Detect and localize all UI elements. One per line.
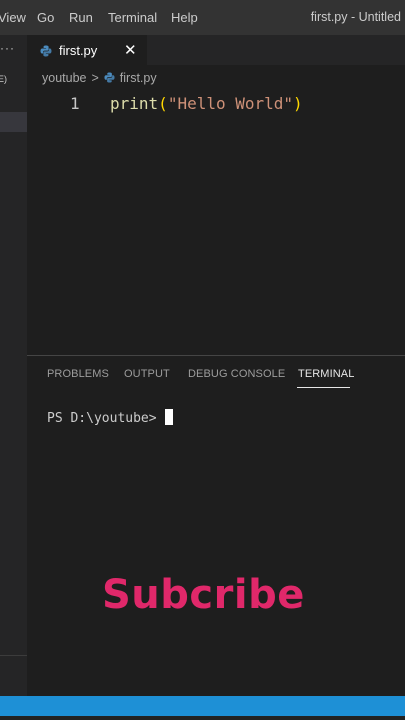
menu-help[interactable]: Help — [171, 10, 198, 25]
tab-problems[interactable]: PROBLEMS — [47, 368, 109, 380]
active-tab-indicator — [297, 387, 350, 388]
code-string-token: "Hello World" — [167, 94, 294, 113]
menu-terminal[interactable]: Terminal — [108, 10, 157, 25]
window-title: first.py - Untitled — [310, 10, 401, 24]
terminal-prompt: PS D:\youtube> — [47, 411, 157, 426]
terminal-cursor — [164, 409, 173, 425]
tab-output[interactable]: OUTPUT — [124, 368, 170, 380]
tab-debug-console[interactable]: DEBUG CONSOLE — [188, 368, 285, 380]
python-icon — [104, 72, 115, 83]
menu-bar: View Go Run Terminal Help first.py - Unt… — [0, 0, 405, 35]
sidebar-badge: E) — [0, 74, 7, 84]
more-actions-button[interactable]: ··· — [0, 41, 15, 55]
chevron-right-icon: > — [91, 71, 99, 85]
menu-view[interactable]: View — [0, 10, 26, 25]
explorer-selected-item[interactable] — [0, 112, 27, 132]
close-icon[interactable]: ✕ — [124, 41, 137, 59]
terminal-input[interactable]: PS D:\youtube> — [47, 409, 173, 426]
tab-terminal[interactable]: TERMINAL — [298, 368, 354, 380]
tab-first-py[interactable]: first.py ✕ — [27, 35, 147, 66]
editor-tab-bar: first.py ✕ — [27, 35, 405, 66]
code-close-paren: ) — [293, 94, 303, 113]
explorer-sidebar: ··· E) — [0, 35, 27, 696]
breadcrumb-file[interactable]: first.py — [120, 71, 157, 85]
menu-go[interactable]: Go — [37, 10, 54, 25]
line-number: 1 — [70, 94, 80, 113]
subscribe-overlay-text: Subcribe — [102, 572, 305, 618]
status-bar — [0, 696, 405, 720]
tab-label: first.py — [59, 43, 98, 58]
panel-divider — [27, 355, 405, 356]
code-open-paren: ( — [158, 94, 168, 113]
code-function-token: print — [110, 94, 159, 113]
sidebar-divider — [0, 655, 27, 656]
breadcrumb: youtube > first.py — [42, 71, 157, 85]
breadcrumb-folder[interactable]: youtube — [42, 71, 86, 85]
menu-run[interactable]: Run — [69, 10, 93, 25]
python-icon — [40, 45, 52, 57]
code-line[interactable]: print("Hello World") — [110, 94, 303, 113]
